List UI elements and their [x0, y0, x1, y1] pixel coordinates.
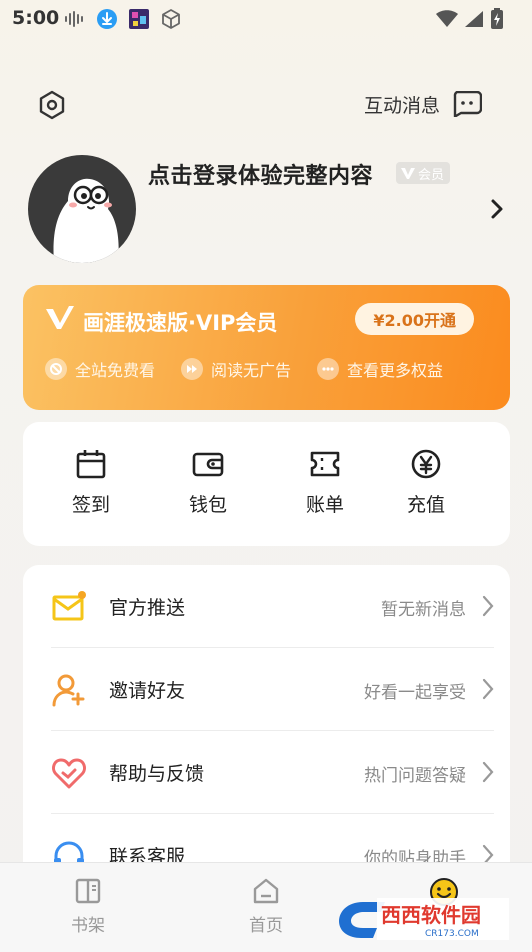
quick-action-label: 账单: [305, 494, 344, 516]
list-item-official-push[interactable]: 官方推送 暂无新消息: [23, 565, 510, 648]
list-item-title: 官方推送: [109, 597, 186, 619]
wallet-icon: [192, 452, 224, 477]
watermark-brand: 西西软件园: [381, 903, 481, 927]
quick-action-recharge[interactable]: 充值: [386, 448, 466, 517]
default-avatar-mascot: [53, 178, 119, 263]
add-user-icon: [52, 674, 85, 707]
signal-icon: [465, 11, 483, 27]
list-item-subtitle: 热门问题答疑: [364, 766, 466, 786]
message-bubble-icon: [453, 91, 482, 117]
vip-perk-label: 查看更多权益: [347, 361, 444, 380]
watermark-domain: CR173.COM: [425, 929, 479, 939]
avatar[interactable]: [28, 155, 136, 263]
list-item-invite-friends[interactable]: 邀请好友 好看一起享受: [23, 648, 510, 731]
settings-button[interactable]: [36, 89, 68, 121]
vip-membership-card[interactable]: 画涯极速版·VIP会员 ¥2.00开通 全站免费看 阅读无广告 查看更多权益: [23, 285, 510, 410]
download-icon: [97, 9, 117, 29]
vip-perk-label: 阅读无广告: [211, 361, 292, 380]
status-time: 5:00: [12, 7, 60, 29]
quick-action-wallet[interactable]: 钱包: [168, 448, 248, 517]
menu-list: 官方推送 暂无新消息 邀请好友 好看一起享受 帮助与反馈 热门问题答疑 联系客服…: [23, 565, 510, 885]
member-tag: 会员: [396, 162, 451, 184]
interactive-messages-button[interactable]: 互动消息: [364, 88, 482, 120]
vip-perk-label: 全站免费看: [75, 361, 156, 380]
vip-perk[interactable]: 阅读无广告: [181, 357, 291, 381]
chevron-right-icon: [482, 595, 494, 617]
cube-icon: [162, 9, 180, 29]
member-tag-label: 会员: [418, 167, 445, 183]
audio-wave-icon: [65, 11, 83, 27]
status-system-icons: [436, 8, 504, 30]
watermark-logo: 西西软件园 CR173.COM: [339, 898, 509, 940]
tab-label: 书架: [71, 916, 105, 936]
quick-action-label: 充值: [406, 494, 445, 516]
heart-help-icon: [52, 758, 86, 789]
yen-coin-icon: [411, 449, 441, 479]
messages-label: 互动消息: [363, 94, 440, 117]
quick-action-label: 签到: [71, 494, 110, 516]
battery-charging-icon: [491, 8, 503, 29]
bill-icon: [310, 451, 340, 477]
quick-action-label: 钱包: [188, 494, 227, 516]
vip-title: 画涯极速版·VIP会员: [83, 311, 278, 335]
hexagon-settings-icon: [39, 90, 65, 120]
tab-label: 首页: [249, 916, 283, 936]
vip-activate-button[interactable]: ¥2.00开通: [355, 303, 474, 335]
chevron-right-icon: [482, 678, 494, 700]
quick-action-checkin[interactable]: 签到: [51, 448, 131, 517]
list-item-title: 邀请好友: [109, 680, 186, 702]
calendar-icon: [76, 450, 106, 479]
mail-icon: [52, 591, 86, 621]
login-prompt[interactable]: 点击登录体验完整内容: [148, 158, 373, 190]
list-item-title: 帮助与反馈: [109, 763, 205, 785]
vip-perks: 全站免费看 阅读无广告 查看更多权益: [45, 357, 443, 381]
tab-home[interactable]: 首页: [216, 877, 316, 936]
status-bar: 5:00: [0, 0, 532, 40]
list-item-subtitle: 好看一起享受: [364, 683, 466, 703]
tab-bookshelf[interactable]: 书架: [38, 877, 138, 936]
free-read-icon: [45, 358, 67, 380]
home-icon: [253, 878, 279, 904]
chevron-right-icon: [482, 761, 494, 783]
vip-logo-icon: [46, 306, 74, 329]
wifi-icon: [436, 10, 458, 27]
quick-actions-card: 签到 钱包 账单 充值: [23, 422, 510, 546]
app-thumbnail-icon: [129, 9, 149, 29]
list-item-subtitle: 暂无新消息: [381, 600, 466, 620]
status-notification-icons: [64, 8, 182, 30]
profile-chevron-right-icon[interactable]: [490, 198, 504, 220]
vip-v-icon: [401, 168, 415, 179]
vip-perk[interactable]: 查看更多权益: [317, 357, 443, 381]
bookshelf-icon: [75, 878, 101, 904]
vip-perk[interactable]: 全站免费看: [45, 357, 155, 381]
quick-action-bill[interactable]: 账单: [285, 448, 365, 517]
list-item-help-feedback[interactable]: 帮助与反馈 热门问题答疑: [23, 731, 510, 814]
no-ads-icon: [181, 358, 204, 380]
more-benefits-icon: [317, 358, 340, 380]
